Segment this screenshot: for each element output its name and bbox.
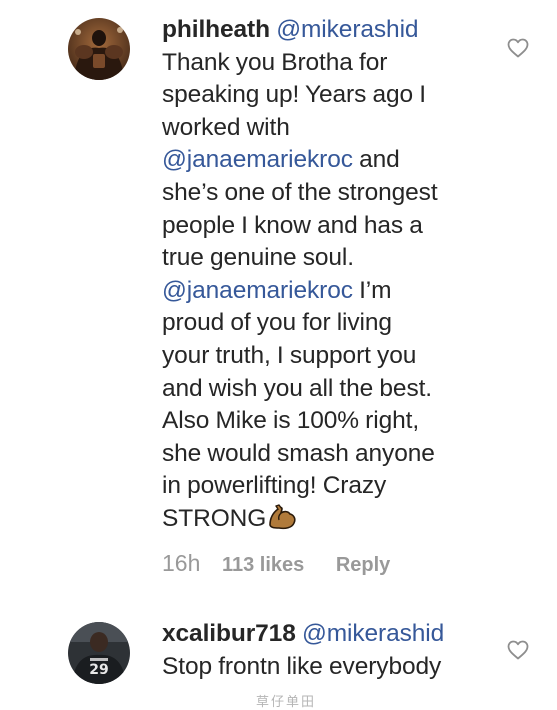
- comment-line: STRONG: [162, 503, 492, 541]
- comment-header-line: xcalibur718 @mikerashid: [162, 618, 492, 651]
- comment-line: people I know and has a: [162, 211, 423, 239]
- reply-button[interactable]: Reply: [336, 554, 390, 576]
- comment-header-line: philheath @mikerashid: [162, 14, 492, 47]
- like-heart-icon[interactable]: [507, 38, 529, 58]
- flexed-biceps-icon: [267, 503, 297, 541]
- comment-text: xcalibur718 @mikerashid Stop frontn like…: [162, 618, 492, 683]
- mention-link[interactable]: @janaemariekroc: [162, 277, 353, 304]
- comment-line: Stop frontn like everybody: [162, 652, 442, 680]
- comment-text: philheath @mikerashid Thank you Brotha f…: [162, 14, 492, 541]
- comment-line: @janaemariekroc and: [162, 144, 492, 177]
- comment-body: philheath @mikerashid Thank you Brotha f…: [162, 14, 492, 577]
- comment-body: xcalibur718 @mikerashid Stop frontn like…: [162, 618, 492, 683]
- comment-line: speaking up! Years ago I: [162, 81, 426, 109]
- avatar-philheath[interactable]: [68, 18, 130, 80]
- comment-line: in powerlifting! Crazy: [162, 472, 387, 500]
- mention-link[interactable]: @mikerashid: [276, 16, 418, 43]
- comment-line: true genuine soul.: [162, 244, 354, 272]
- avatar-image: [68, 18, 130, 80]
- comment-line: your truth, I support you: [162, 341, 417, 369]
- comment-line: proud of you for living: [162, 309, 392, 337]
- comment-line-text: STRONG: [162, 504, 267, 532]
- comment-line: Thank you Brotha for: [162, 48, 388, 76]
- avatar-xcalibur718[interactable]: 29: [68, 622, 130, 684]
- mention-link[interactable]: @janaemariekroc: [162, 146, 353, 173]
- svg-text:29: 29: [89, 662, 108, 678]
- likes-count[interactable]: 113 likes: [222, 554, 304, 576]
- watermark-text: 草仔单田: [256, 694, 317, 709]
- comment-line-text: I’m: [352, 276, 392, 304]
- comment-line: @janaemariekroc I’m: [162, 275, 492, 308]
- comment-meta: 16h 113 likes Reply: [162, 550, 492, 577]
- username-link[interactable]: xcalibur718: [162, 620, 296, 647]
- like-heart-icon[interactable]: [507, 640, 529, 660]
- comment-time[interactable]: 16h: [162, 550, 200, 576]
- mention-link[interactable]: @mikerashid: [302, 620, 444, 647]
- comment-line: worked with: [162, 113, 290, 141]
- comment-line-text: and: [352, 146, 400, 174]
- username-link[interactable]: philheath: [162, 16, 270, 43]
- comment-line: and wish you all the best.: [162, 374, 433, 402]
- avatar-image: 29: [68, 622, 130, 684]
- comment-line: Also Mike is 100% right,: [162, 407, 420, 435]
- comment-line: she would smash anyone: [162, 439, 435, 467]
- comment-line: she’s one of the strongest: [162, 178, 438, 206]
